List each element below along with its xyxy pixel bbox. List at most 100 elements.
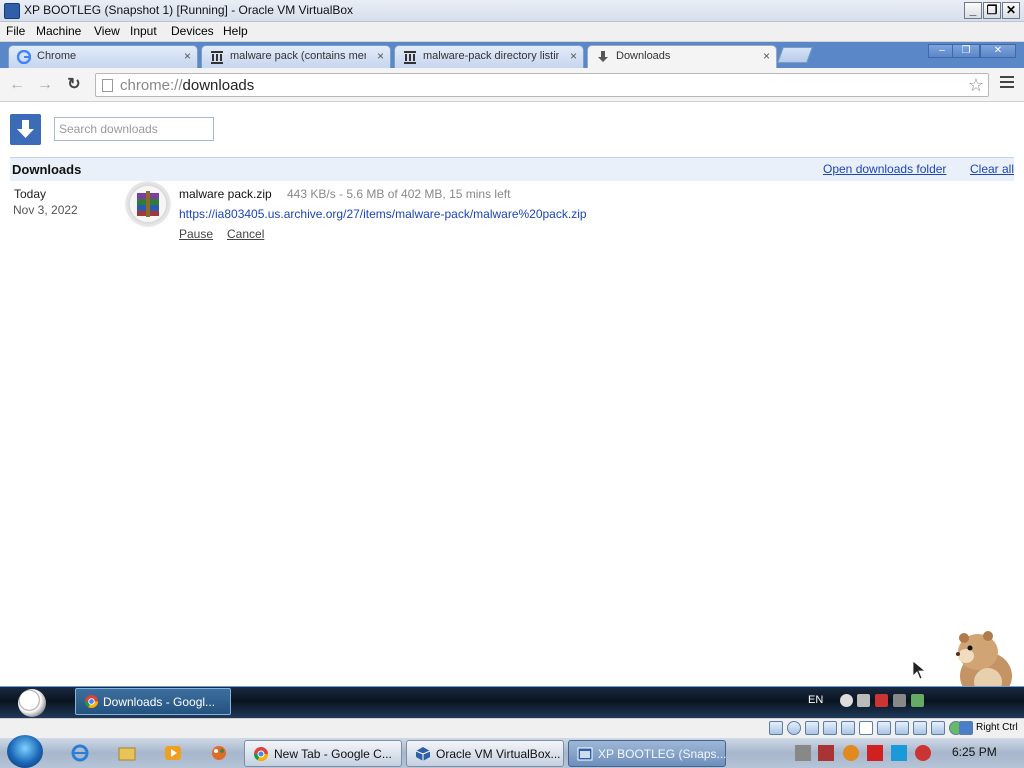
menu-devices[interactable]: Devices xyxy=(171,24,214,38)
download-source-url[interactable]: https://ia803405.us.archive.org/27/items… xyxy=(179,207,587,221)
menu-input[interactable]: Input xyxy=(130,24,157,38)
url-path: downloads xyxy=(182,77,255,94)
tab-directory-listing[interactable]: malware-pack directory listin × xyxy=(394,45,584,68)
vb-display-icon[interactable] xyxy=(877,721,891,735)
tab-close-icon[interactable]: × xyxy=(377,49,384,63)
virtualbox-icon xyxy=(415,747,431,761)
host-tray-tools-icon[interactable] xyxy=(818,745,834,761)
archive-org-icon xyxy=(404,51,416,64)
download-file-name[interactable]: malware pack.zip xyxy=(179,187,272,201)
tab-close-icon[interactable]: × xyxy=(763,49,770,63)
new-tab-button[interactable] xyxy=(777,47,813,63)
reload-button[interactable]: ↻ xyxy=(65,76,83,94)
vb-network-icon[interactable] xyxy=(823,721,837,735)
paint-app-icon[interactable] xyxy=(210,744,228,762)
vb-usb-icon[interactable] xyxy=(841,721,855,735)
bookmark-star-icon[interactable]: ☆ xyxy=(968,75,984,96)
screen: XP BOOTLEG (Snapshot 1) [Running] - Orac… xyxy=(0,0,1024,768)
host-tray-volume-icon[interactable] xyxy=(915,745,931,761)
host-tray-flag-icon[interactable] xyxy=(867,745,883,761)
chrome-menu-icon[interactable] xyxy=(1000,76,1014,90)
vb-shared-folder-icon[interactable] xyxy=(859,721,873,735)
forward-button[interactable]: → xyxy=(36,76,54,94)
virtualbox-title-bar: XP BOOTLEG (Snapshot 1) [Running] - Orac… xyxy=(0,0,1024,22)
vb-audio-icon[interactable] xyxy=(805,721,819,735)
internet-explorer-icon[interactable] xyxy=(71,744,89,762)
menu-machine[interactable]: Machine xyxy=(36,24,81,38)
mouse-cursor-icon xyxy=(912,660,927,680)
tray-speaker-icon[interactable] xyxy=(857,694,870,707)
menu-help[interactable]: Help xyxy=(223,24,248,38)
url-scheme: chrome:// xyxy=(120,77,183,94)
vb-recording-icon[interactable] xyxy=(895,721,909,735)
menu-view[interactable]: View xyxy=(94,24,120,38)
host-tray-network-icon[interactable] xyxy=(795,745,811,761)
vb-download-icon[interactable] xyxy=(959,721,973,735)
tray-shield-icon[interactable] xyxy=(875,694,888,707)
tab-downloads[interactable]: Downloads × xyxy=(587,45,777,68)
taskbar-virtualbox-manager[interactable]: Oracle VM VirtualBox... xyxy=(406,740,564,767)
tab-chrome[interactable]: Chrome × xyxy=(8,45,198,68)
host-tray-search-icon[interactable] xyxy=(843,745,859,761)
minimize-button[interactable]: _ xyxy=(964,2,982,19)
system-clock[interactable]: 6:25 PM xyxy=(952,745,997,759)
virtualbox-menubar: File Machine View Input Devices Help xyxy=(0,22,1024,42)
open-downloads-folder-link[interactable]: Open downloads folder xyxy=(823,162,946,176)
soccer-ball-start-icon[interactable] xyxy=(18,689,46,717)
tab-title: malware pack (contains mem xyxy=(230,50,366,62)
archive-org-icon xyxy=(211,51,223,64)
chrome-icon xyxy=(254,747,268,761)
tab-title: Downloads xyxy=(616,50,671,62)
tab-title: malware-pack directory listin xyxy=(423,50,559,62)
vb-cpu-icon[interactable] xyxy=(913,721,927,735)
host-tray-monitor-icon[interactable] xyxy=(891,745,907,761)
date-group-date: Nov 3, 2022 xyxy=(13,203,78,217)
download-arrow-icon xyxy=(598,51,608,62)
taskbar-button-label: Oracle VM VirtualBox... xyxy=(436,747,561,761)
clear-all-link[interactable]: Clear all xyxy=(970,162,1014,176)
maximize-button[interactable]: ❐ xyxy=(983,2,1001,19)
vb-hdd-icon[interactable] xyxy=(769,721,783,735)
date-group-label: Today xyxy=(14,187,47,201)
tray-network-icon[interactable] xyxy=(893,694,906,707)
menu-file[interactable]: File xyxy=(6,24,25,38)
close-button[interactable]: ✕ xyxy=(1002,2,1020,19)
file-explorer-icon[interactable] xyxy=(118,744,136,762)
vb-mouse-integration-icon[interactable] xyxy=(931,721,945,735)
chrome-restore-button[interactable]: ❐ xyxy=(952,44,980,58)
tab-close-icon[interactable]: × xyxy=(184,49,191,63)
virtualbox-logo-icon xyxy=(4,3,20,19)
pause-link[interactable]: Pause xyxy=(179,227,213,241)
downloads-page-icon xyxy=(10,114,41,145)
back-button[interactable]: ← xyxy=(8,76,26,94)
tab-title: Chrome xyxy=(37,50,77,62)
window-title: XP BOOTLEG (Snapshot 1) [Running] - Orac… xyxy=(24,3,354,17)
tab-close-icon[interactable]: × xyxy=(570,49,577,63)
vm-window-icon xyxy=(577,747,593,761)
vb-optical-drive-icon[interactable] xyxy=(787,721,801,735)
chrome-toolbar: ← → ↻ chrome://downloads ☆ xyxy=(0,68,1024,102)
downloads-heading: Downloads xyxy=(12,162,82,177)
download-status: 443 KB/s - 5.6 MB of 402 MB, 15 mins lef… xyxy=(287,187,511,201)
downloads-header: Downloads Open downloads folder Clear al… xyxy=(10,157,1014,181)
taskbar-new-tab-chrome[interactable]: New Tab - Google C... xyxy=(244,740,402,767)
winrar-archive-icon xyxy=(125,181,171,227)
taskbar-xp-bootleg-vm[interactable]: XP BOOTLEG (Snaps... xyxy=(568,740,727,767)
tray-app-icon[interactable] xyxy=(911,694,924,707)
tray-minus-icon[interactable] xyxy=(840,694,853,707)
chrome-g-icon xyxy=(17,50,31,64)
omnibox-url[interactable]: chrome://downloads xyxy=(120,77,254,94)
tab-malware-pack[interactable]: malware pack (contains mem × xyxy=(201,45,391,68)
language-indicator[interactable]: EN xyxy=(808,694,823,706)
omnibox[interactable]: chrome://downloads ☆ xyxy=(95,73,989,97)
windows-start-icon[interactable] xyxy=(7,735,43,768)
taskbar-button-label: New Tab - Google C... xyxy=(274,747,392,761)
search-downloads-input[interactable] xyxy=(54,117,214,141)
chrome-icon xyxy=(84,694,99,709)
taskbar-button-label: XP BOOTLEG (Snaps... xyxy=(598,747,727,761)
chrome-close-button[interactable]: ✕ xyxy=(980,44,1016,58)
cancel-link[interactable]: Cancel xyxy=(227,227,264,241)
media-player-icon[interactable] xyxy=(164,744,182,762)
guest-taskbar-chrome-button[interactable]: Downloads - Googl... xyxy=(75,688,231,715)
page-icon xyxy=(102,79,113,92)
